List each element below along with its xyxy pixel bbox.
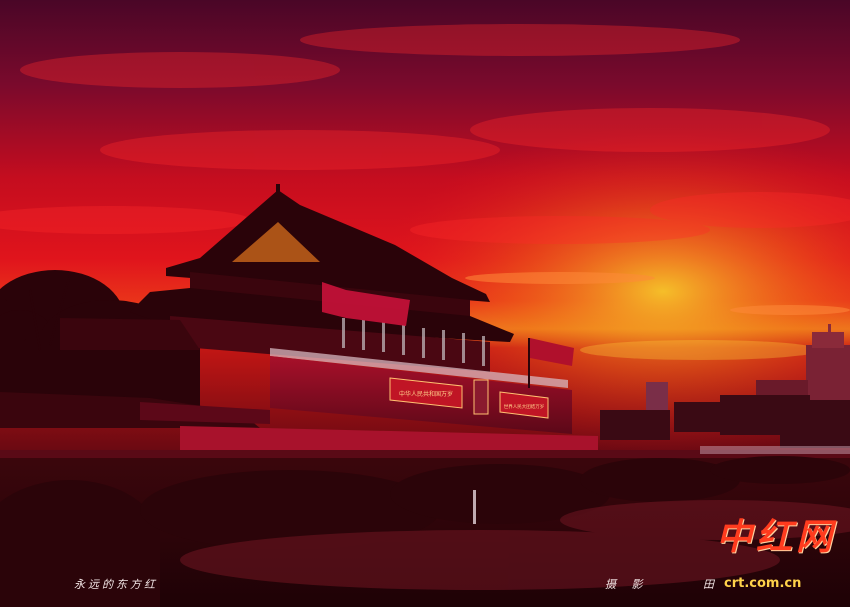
logo-text: 中红网	[716, 516, 837, 558]
credit-label: 摄 影	[605, 578, 649, 591]
portrait	[473, 379, 489, 415]
photographer-name: 田	[703, 578, 714, 591]
photo-scene: 中华人民共和国万岁 世界人民大团结万岁 永远的东方红 摄 影 田 中红网 crt…	[0, 0, 850, 607]
photo-title-caption: 永远的东方红	[74, 578, 158, 591]
logo-url: crt.com.cn	[724, 576, 802, 591]
slogan-left-text: 中华人民共和国万岁	[399, 390, 453, 398]
distant-crowd	[700, 446, 850, 454]
watermark-logo: 中红网 crt.com.cn	[716, 508, 838, 596]
slogan-right-text: 世界人民大团结万岁	[504, 403, 545, 410]
lamp-post	[473, 490, 476, 524]
